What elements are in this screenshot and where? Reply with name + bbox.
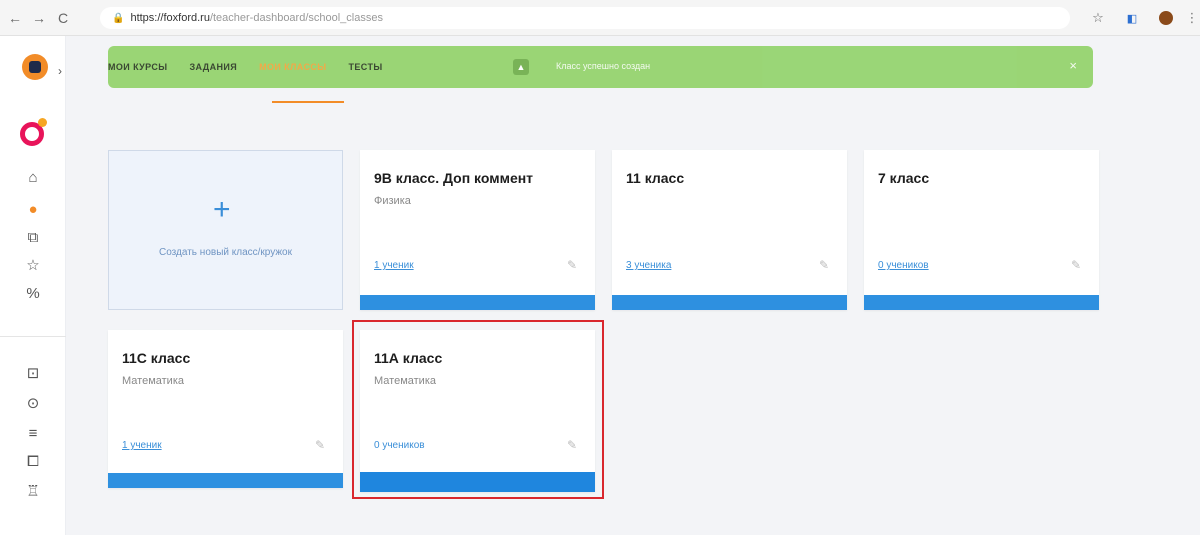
success-banner: МОИ КУРСЫ ЗАДАНИЯ МОИ КЛАССЫ ТЕСТЫ ▲ Кла…	[108, 46, 1093, 88]
class-card[interactable]: 11С класс Математика 1 ученик ✎	[108, 330, 343, 488]
circle-icon[interactable]: ⊙	[22, 392, 44, 414]
tab-tests[interactable]: ТЕСТЫ	[348, 62, 382, 72]
tab-my-courses[interactable]: МОИ КУРСЫ	[108, 62, 167, 72]
percent-icon[interactable]: %	[22, 282, 44, 304]
students-count-link[interactable]: 1 ученик	[374, 260, 414, 271]
edit-icon[interactable]: ✎	[1071, 258, 1081, 272]
trophy-icon[interactable]: ♖	[22, 480, 44, 502]
forward-icon[interactable]: →	[30, 9, 48, 27]
back-icon[interactable]: ←	[6, 9, 24, 27]
tasks-icon[interactable]: ⧉	[22, 226, 44, 248]
class-card[interactable]: 11 класс 3 ученика ✎	[612, 150, 847, 310]
sidebar-divider	[0, 336, 66, 337]
address-bar[interactable]: 🔒 https://foxford.ru/teacher-dashboard/s…	[100, 7, 1070, 29]
list-icon[interactable]: ≡	[22, 422, 44, 444]
active-tab-indicator	[272, 101, 344, 103]
class-title: 9В класс. Доп коммент	[374, 170, 534, 186]
class-title: 11С класс	[122, 350, 191, 366]
card-bar	[864, 295, 1099, 310]
url-host: https://foxford.ru	[130, 12, 210, 24]
reload-icon[interactable]: C	[54, 9, 72, 27]
extension-icon[interactable]: ◧	[1122, 8, 1142, 28]
edit-icon[interactable]: ✎	[567, 258, 577, 272]
create-class-label: Создать новый класс/кружок	[159, 247, 292, 258]
external-link-icon[interactable]: ⧠	[22, 450, 44, 472]
star-icon[interactable]: ☆	[22, 254, 44, 276]
close-icon[interactable]: ×	[1069, 58, 1077, 73]
url-path: /teacher-dashboard/school_classes	[209, 12, 383, 24]
flame-icon[interactable]: ●	[22, 198, 44, 220]
square-icon[interactable]: ⊡	[22, 362, 44, 384]
banner-message: Класс успешно создан	[556, 61, 651, 71]
card-bar	[108, 473, 343, 488]
tab-assignments[interactable]: ЗАДАНИЯ	[189, 62, 237, 72]
plus-icon: +	[213, 193, 231, 226]
lock-icon: 🔒	[112, 12, 125, 24]
warning-icon: ▲	[513, 59, 529, 75]
card-bar	[612, 295, 847, 310]
notifications-icon[interactable]	[20, 118, 47, 146]
class-card[interactable]: 7 класс 0 учеников ✎	[864, 150, 1099, 310]
card-bar	[360, 295, 595, 310]
tab-my-classes[interactable]: МОИ КЛАССЫ	[259, 62, 326, 72]
class-card[interactable]: 9В класс. Доп коммент Физика 1 ученик ✎	[360, 150, 595, 310]
edit-icon[interactable]: ✎	[315, 438, 325, 452]
highlight-frame	[352, 320, 604, 499]
class-title: 11 класс	[626, 170, 685, 186]
avatar[interactable]	[1156, 8, 1176, 28]
home-icon[interactable]: ⌂	[22, 166, 44, 188]
edit-icon[interactable]: ✎	[819, 258, 829, 272]
logo[interactable]	[22, 54, 48, 80]
bookmark-star-icon[interactable]: ☆	[1088, 8, 1108, 28]
browser-menu-icon[interactable]: ⋮	[1182, 8, 1200, 28]
students-count-link[interactable]: 0 учеников	[878, 260, 929, 271]
browser-toolbar: ← → C 🔒 https://foxford.ru/teacher-dashb…	[0, 0, 1200, 36]
chevron-right-icon[interactable]: ›	[58, 64, 62, 78]
sidebar: › ⌂ ● ⧉ ☆ % ⊡ ⊙ ≡ ⧠ ♖	[0, 36, 66, 535]
students-count-link[interactable]: 3 ученика	[626, 260, 671, 271]
create-class-card[interactable]: + Создать новый класс/кружок	[108, 150, 343, 310]
students-count-link[interactable]: 1 ученик	[122, 440, 162, 451]
class-subject: Физика	[374, 195, 411, 207]
class-title: 7 класс	[878, 170, 930, 186]
class-subject: Математика	[122, 375, 184, 387]
top-navigation: МОИ КУРСЫ ЗАДАНИЯ МОИ КЛАССЫ ТЕСТЫ	[108, 46, 383, 88]
